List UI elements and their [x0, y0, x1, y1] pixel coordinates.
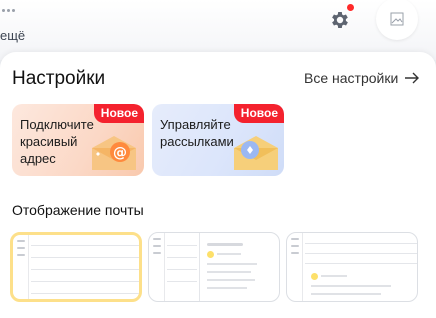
layout-option-list[interactable] [10, 232, 142, 302]
preview-line [207, 271, 251, 273]
row-line [305, 253, 417, 254]
pane-divider [199, 233, 200, 301]
at-sign-envelope-icon: @ [92, 136, 136, 170]
mail-top-bar: ещё [0, 0, 436, 60]
row-line [31, 293, 139, 294]
notification-dot [346, 3, 355, 12]
mail-display-title: Отображение почты [12, 202, 144, 218]
row-line [305, 243, 417, 244]
preview-line [311, 293, 381, 295]
more-link[interactable]: ещё [0, 28, 25, 43]
svg-text:@: @ [113, 145, 127, 161]
row-line [31, 245, 139, 246]
row-line [305, 263, 417, 264]
all-settings-link[interactable]: Все настройки [304, 70, 420, 86]
preview-line [217, 253, 241, 255]
more-dots-icon [2, 9, 18, 13]
folder-rail [287, 233, 303, 301]
row-line [167, 257, 197, 258]
new-badge: Новое [93, 104, 144, 123]
arrow-right-icon [405, 72, 420, 84]
preview-line [207, 287, 247, 289]
row-line [31, 257, 139, 258]
preview-line [311, 285, 391, 287]
preview-title-line [207, 243, 243, 246]
new-badge: Новое [233, 104, 284, 123]
panel-title: Настройки [12, 68, 106, 89]
layout-option-horizontal-split[interactable] [286, 232, 418, 302]
promo-card-address[interactable]: Подключите красивый адрес Новое @ [12, 104, 144, 176]
avatar[interactable] [376, 0, 418, 40]
settings-panel: Настройки Все настройки Подключите краси… [0, 52, 436, 318]
promo-card-mailing[interactable]: Управляйте рассылками Новое [152, 104, 284, 176]
preview-line [321, 275, 347, 277]
layout-option-vertical-split[interactable] [148, 232, 280, 302]
row-line [167, 245, 197, 246]
gear-icon [332, 12, 348, 28]
folder-rail [149, 233, 165, 301]
preview-line [207, 279, 255, 281]
sender-dot [207, 251, 214, 258]
row-line [31, 269, 139, 270]
row-line [167, 269, 197, 270]
row-line [167, 281, 197, 282]
folder-rail [13, 235, 29, 299]
row-line [31, 281, 139, 282]
envelope-with-icon [234, 136, 278, 170]
preview-line [207, 263, 257, 265]
avatar-placeholder-icon [390, 12, 404, 26]
sender-dot [311, 273, 318, 280]
all-settings-label: Все настройки [304, 70, 399, 86]
